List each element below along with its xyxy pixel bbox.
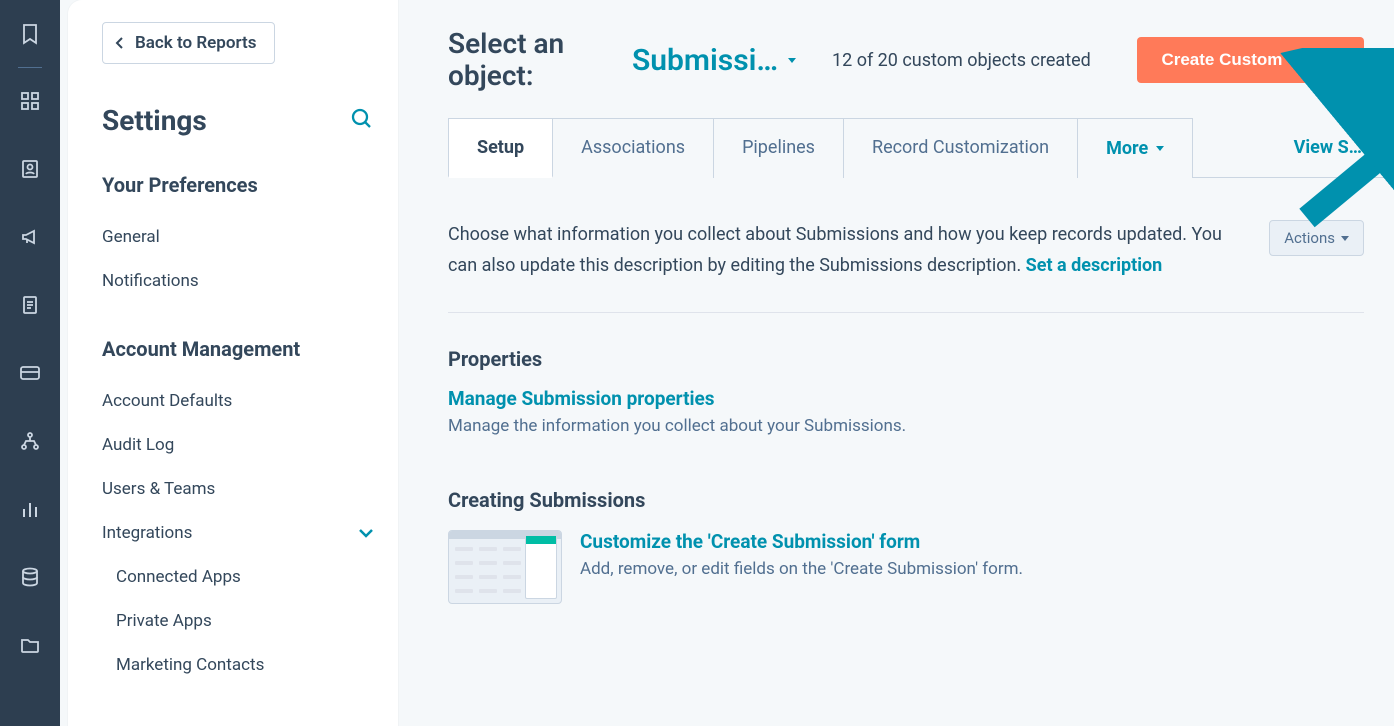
megaphone-icon[interactable] [18, 225, 42, 249]
grid-icon[interactable] [18, 89, 42, 113]
object-name: Submissi… [632, 43, 778, 78]
folder-icon[interactable] [18, 633, 42, 657]
preferences-heading: Your Preferences [102, 173, 374, 197]
nav-integrations[interactable]: Integrations [102, 511, 374, 555]
tab-more[interactable]: More [1078, 118, 1193, 178]
nav-account-defaults[interactable]: Account Defaults [102, 379, 374, 423]
object-header: Select an object: Submissi… 12 of 20 cus… [448, 28, 1394, 92]
properties-heading: Properties [448, 347, 1394, 371]
nav-notifications[interactable]: Notifications [102, 259, 374, 303]
caret-down-icon [1156, 146, 1164, 151]
card-icon[interactable] [18, 361, 42, 385]
external-link-icon [1368, 140, 1384, 156]
nav-marketing-contacts[interactable]: Marketing Contacts [102, 643, 374, 687]
contact-icon[interactable] [18, 157, 42, 181]
chevron-down-icon [358, 523, 374, 543]
back-label: Back to Reports [135, 33, 256, 53]
account-mgmt-heading: Account Management [102, 337, 374, 361]
document-icon[interactable] [18, 293, 42, 317]
view-link[interactable]: View S… [1294, 137, 1388, 158]
bookmark-icon[interactable] [18, 22, 42, 46]
description-text: Choose what information you collect abou… [448, 220, 1245, 281]
tabs: Setup Associations Pipelines Record Cust… [448, 118, 1394, 178]
nav-general[interactable]: General [102, 215, 374, 259]
tab-record-customization[interactable]: Record Customization [844, 118, 1078, 178]
description-row: Choose what information you collect abou… [448, 220, 1394, 281]
divider [448, 312, 1364, 313]
creating-heading: Creating Submissions [448, 488, 1394, 512]
manage-properties-sub: Manage the information you collect about… [448, 416, 1394, 436]
tab-setup[interactable]: Setup [448, 118, 553, 178]
actions-button[interactable]: Actions [1269, 220, 1364, 256]
back-to-reports-button[interactable]: Back to Reports [102, 22, 275, 64]
caret-down-icon [1341, 236, 1349, 241]
tab-pipelines[interactable]: Pipelines [714, 118, 844, 178]
chart-icon[interactable] [18, 497, 42, 521]
customize-form-link[interactable]: Customize the 'Create Submission' form [580, 530, 1023, 553]
rail-separator [18, 67, 42, 68]
creating-row: Customize the 'Create Submission' form A… [448, 530, 1394, 604]
search-icon[interactable] [350, 107, 374, 135]
left-rail [0, 0, 60, 726]
settings-title: Settings [102, 104, 207, 137]
caret-down-icon [788, 58, 796, 63]
nav-audit-log[interactable]: Audit Log [102, 423, 374, 467]
object-count: 12 of 20 custom objects created [832, 50, 1091, 71]
form-thumbnail [448, 530, 562, 604]
tab-associations[interactable]: Associations [553, 118, 714, 178]
create-custom-object-button[interactable]: Create Custom Object [1137, 37, 1364, 83]
nav-connected-apps[interactable]: Connected Apps [102, 555, 374, 599]
database-icon[interactable] [18, 565, 42, 589]
customize-form-sub: Add, remove, or edit fields on the 'Crea… [580, 559, 1023, 579]
settings-sidebar: Back to Reports Settings Your Preference… [68, 0, 398, 726]
manage-properties-link[interactable]: Manage Submission properties [448, 387, 1394, 410]
select-object-label: Select an object: [448, 28, 608, 92]
object-dropdown[interactable]: Submissi… [632, 43, 802, 78]
nav-users-teams[interactable]: Users & Teams [102, 467, 374, 511]
nav-private-apps[interactable]: Private Apps [102, 599, 374, 643]
sitemap-icon[interactable] [18, 429, 42, 453]
set-description-link[interactable]: Set a description [1026, 255, 1163, 276]
main-content: Select an object: Submissi… 12 of 20 cus… [398, 0, 1394, 726]
